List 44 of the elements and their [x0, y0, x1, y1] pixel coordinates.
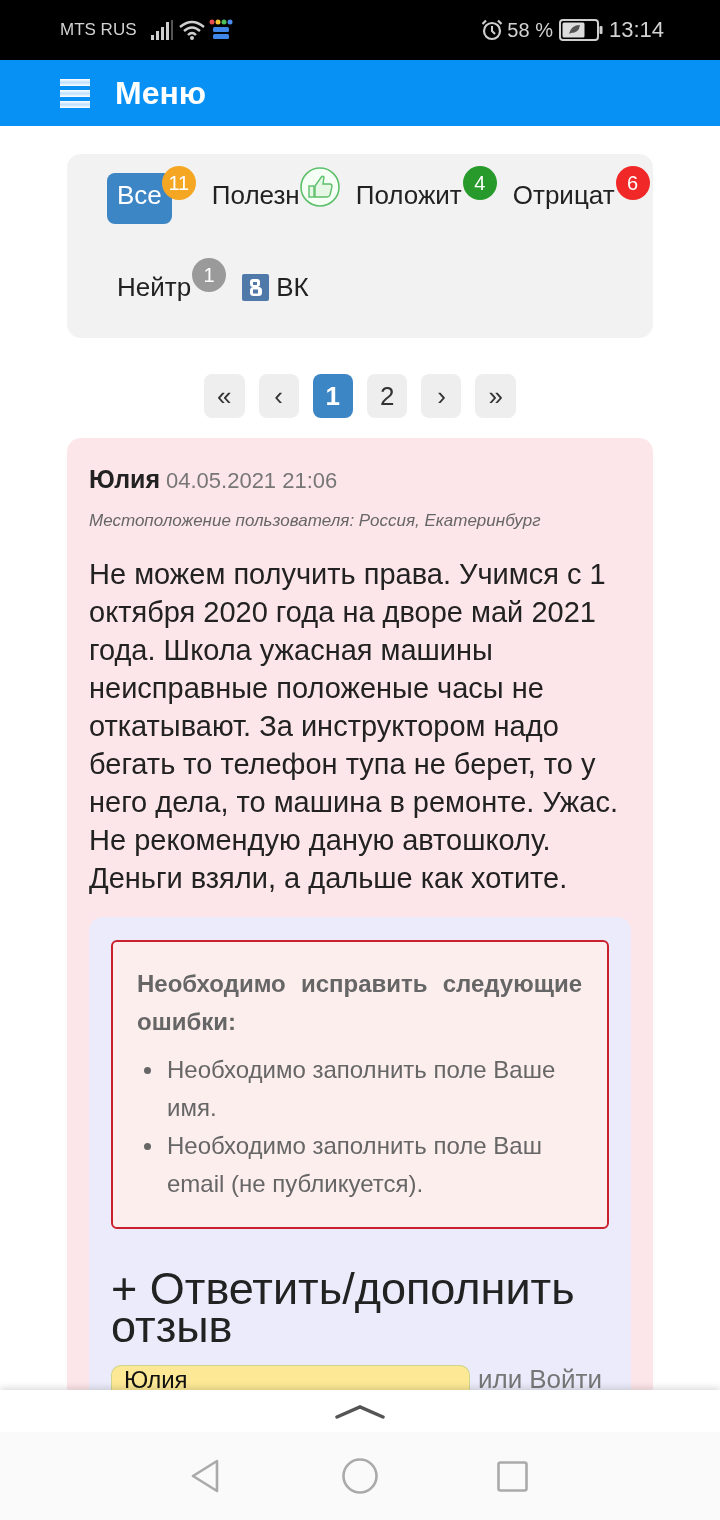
- bullet-icon: [144, 1143, 151, 1150]
- app-notification-icon: [208, 19, 233, 41]
- bullet-icon: [144, 1067, 151, 1074]
- review-date: 04.05.2021 21:06: [166, 468, 338, 493]
- count-badge: 4: [462, 166, 497, 200]
- chevron-up-icon[interactable]: [335, 1402, 385, 1420]
- filter-tab[interactable]: Полезн: [201, 173, 300, 224]
- app-bar-title: Меню: [115, 74, 207, 112]
- home-icon[interactable]: [342, 1458, 378, 1494]
- carrier-name: MTS RUS: [60, 20, 137, 40]
- square-logo-icon: [242, 273, 270, 301]
- page-button[interactable]: 1: [312, 374, 353, 418]
- error-title: Необходимо исправить следующие ошибки:: [137, 969, 582, 1037]
- filter-tab[interactable]: Нейтр: [107, 265, 192, 316]
- or-text: или: [478, 1365, 523, 1390]
- review-text: Не можем получить права. Учимся с 1 октября 2020 года на дворе май 2021 года. Школа ужасная машины неисправные положеные часы не откатывают. За инструктором надо бегать то телефон тупа не берет, то у него дела, то машина в ремонте. Ужас. Не рекомендую даную автошколу. Деньги взяли, а дальше как хотите.: [89, 557, 619, 896]
- author-name: Юлия: [89, 465, 160, 493]
- name-field[interactable]: Юлия: [111, 1365, 470, 1390]
- signal-icon: [150, 20, 173, 40]
- recent-apps-icon[interactable]: [497, 1460, 528, 1492]
- page-button[interactable]: 2: [367, 374, 408, 418]
- battery-percent: 58 %: [507, 18, 553, 42]
- clock-time: 13:14: [608, 17, 664, 43]
- back-icon[interactable]: [190, 1459, 220, 1493]
- error-message: Необходимо заполнить поле Ваш email (не публикуется).: [167, 1131, 543, 1199]
- thumbs-up-icon: [299, 167, 340, 207]
- count-badge: 6: [615, 166, 650, 200]
- login-link[interactable]: Войти: [529, 1365, 602, 1390]
- user-location: Местоположение пользователя: Россия, Екатеринбург: [89, 510, 542, 532]
- error-message: Необходимо заполнить поле Ваше имя.: [167, 1055, 557, 1123]
- filter-tab[interactable]: Отрицат: [502, 173, 615, 224]
- page-button[interactable]: »: [475, 374, 516, 418]
- reply-heading: + Ответить/дополнить отзыв: [111, 1270, 576, 1346]
- menu-icon[interactable]: [60, 78, 90, 108]
- alarm-clock-icon: [481, 19, 504, 41]
- filter-tab[interactable]: ВК: [232, 265, 309, 316]
- wifi-icon: [178, 20, 205, 40]
- count-badge: 1: [192, 258, 227, 292]
- page-button[interactable]: «: [204, 374, 245, 418]
- battery-icon: [558, 19, 603, 41]
- page-button[interactable]: ›: [421, 374, 462, 418]
- filter-tab[interactable]: Положит: [345, 173, 462, 224]
- count-badge: 11: [161, 166, 196, 200]
- page-button[interactable]: ‹: [258, 374, 299, 418]
